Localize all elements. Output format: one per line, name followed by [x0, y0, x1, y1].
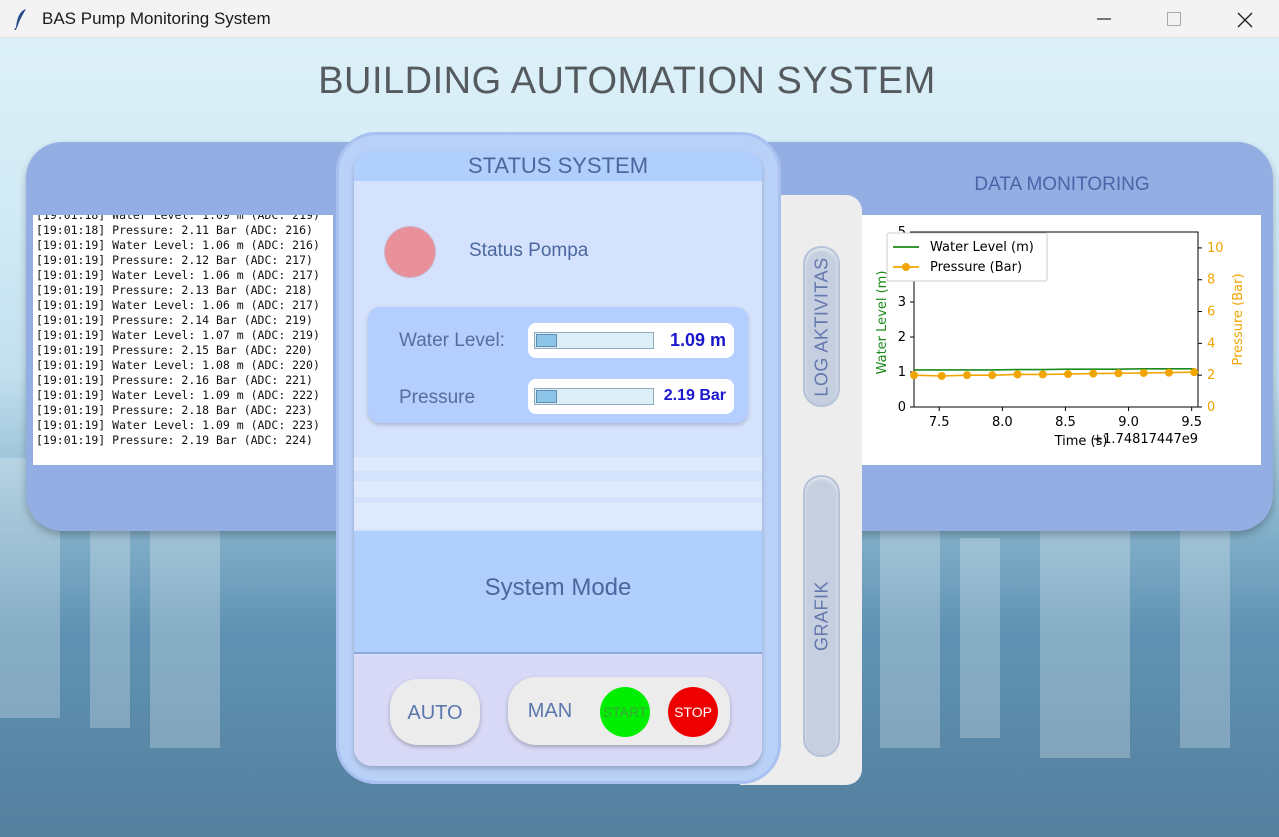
log-line: [19:01:19] Pressure: 2.16 Bar (ADC: 221) [36, 373, 313, 387]
log-line: [19:01:19] Pressure: 2.12 Bar (ADC: 217) [36, 253, 313, 267]
y-left-tick-label: 3 [898, 295, 906, 310]
water-level-bar-fill [536, 334, 557, 347]
log-line: [19:01:19] Pressure: 2.15 Bar (ADC: 220) [36, 343, 313, 357]
log-line: [19:01:19] Water Level: 1.08 m (ADC: 220… [36, 358, 320, 372]
log-line: [19:01:19] Water Level: 1.06 m (ADC: 217… [36, 298, 320, 312]
y-left-tick-label: 1 [898, 365, 906, 380]
data-point [1190, 368, 1199, 377]
water-level-value: 1.09 m [669, 330, 726, 350]
pump-status-label: Status Pompa [469, 240, 589, 261]
data-point [910, 371, 918, 380]
y-right-tick-label: 8 [1207, 273, 1215, 288]
data-point [1139, 368, 1148, 377]
stop-button-label: STOP [674, 704, 712, 720]
y-right-tick-label: 2 [1207, 368, 1215, 383]
data-point [1089, 369, 1098, 378]
tab-grafik-label: GRAFIK [811, 580, 831, 652]
log-line: [19:01:19] Water Level: 1.06 m (ADC: 216… [36, 238, 320, 252]
start-button-label: START [602, 704, 648, 720]
chart-svg: 7.58.08.59.09.50123450246810Water Level … [875, 225, 1246, 449]
water-level-gauge: 1.09 m [528, 323, 734, 358]
data-point [937, 371, 946, 380]
log-line: [19:01:19] Pressure: 2.18 Bar (ADC: 223) [36, 403, 313, 417]
y-right-axis-label: Pressure (Bar) [1231, 273, 1246, 365]
tab-grafik[interactable]: GRAFIK [803, 475, 840, 757]
minimize-icon [1097, 18, 1111, 20]
y-left-tick-label: 0 [898, 400, 906, 415]
auto-button-label: AUTO [407, 702, 463, 724]
log-line: [19:01:19] Pressure: 2.14 Bar (ADC: 219) [36, 313, 313, 327]
log-line: [19:01:18] Pressure: 2.11 Bar (ADC: 216) [36, 223, 313, 237]
legend-label: Pressure (Bar) [930, 260, 1022, 275]
log-line: [19:01:19] Pressure: 2.13 Bar (ADC: 218) [36, 283, 313, 297]
x-tick-label: 9.5 [1181, 415, 1202, 430]
water-level-bar [534, 332, 654, 349]
log-line: [19:01:19] Water Level: 1.09 m (ADC: 223… [36, 418, 320, 432]
gauge-panel: Water Level: 1.09 m Pressure 2.19 Bar [368, 307, 748, 423]
system-mode-panel: System Mode [354, 531, 762, 654]
y-right-tick-label: 0 [1207, 400, 1215, 415]
stop-button[interactable]: STOP [668, 687, 718, 737]
log-line: [19:01:19] Water Level: 1.07 m (ADC: 219… [36, 328, 320, 342]
close-button[interactable] [1209, 0, 1279, 38]
log-line: [19:01:19] Water Level: 1.09 m (ADC: 222… [36, 388, 320, 402]
control-panel: AUTO MAN START STOP [354, 655, 762, 766]
y-right-tick-label: 4 [1207, 336, 1215, 351]
window-title: BAS Pump Monitoring System [42, 9, 271, 28]
man-button[interactable]: MAN [522, 687, 578, 731]
page-title: BUILDING AUTOMATION SYSTEM [318, 60, 936, 102]
water-level-label: Water Level: [399, 330, 505, 351]
data-point [1114, 369, 1123, 378]
pressure-label: Pressure [399, 387, 476, 408]
y-left-axis-label: Water Level (m) [875, 271, 890, 375]
x-tick-label: 8.5 [1055, 415, 1076, 430]
close-icon [1237, 12, 1253, 28]
x-tick-label: 7.5 [929, 415, 950, 430]
status-card: STATUS SYSTEM Status Pompa Water Level: … [354, 151, 762, 766]
pressure-value: 2.19 Bar [663, 387, 726, 404]
data-monitoring-title: DATA MONITORING [974, 174, 1150, 195]
x-tick-label: 8.0 [992, 415, 1013, 430]
log-line: [19:01:19] Water Level: 1.06 m (ADC: 217… [36, 268, 320, 282]
data-point [988, 371, 997, 380]
start-button[interactable]: START [600, 687, 650, 737]
maximize-button[interactable] [1139, 0, 1209, 38]
data-point [963, 371, 972, 380]
pressure-gauge: 2.19 Bar [528, 379, 734, 414]
legend-label: Water Level (m) [930, 240, 1034, 255]
data-point [1013, 370, 1022, 379]
data-point [1038, 370, 1047, 379]
x-tick-label: 9.0 [1118, 415, 1139, 430]
pressure-bar-fill [536, 390, 557, 403]
window-titlebar: BAS Pump Monitoring System [0, 0, 1279, 38]
maximize-icon [1167, 12, 1181, 26]
man-button-label: MAN [527, 700, 573, 722]
manual-control-group: MAN START STOP [508, 677, 730, 745]
tab-log-aktivitas[interactable]: LOG AKTIVITAS [803, 246, 840, 407]
data-point [1164, 368, 1173, 377]
activity-log[interactable]: [19:01:18] Water Level: 1.09 m (ADC: 219… [33, 215, 333, 465]
y-right-tick-label: 6 [1207, 305, 1215, 320]
tab-log-aktivitas-label: LOG AKTIVITAS [811, 256, 831, 397]
legend-marker [902, 263, 910, 271]
log-line: [19:01:19] Pressure: 2.19 Bar (ADC: 224) [36, 433, 313, 447]
x-offset-label: +1.74817447e9 [1092, 432, 1198, 447]
system-mode-title: System Mode [484, 574, 632, 601]
status-system-title: STATUS SYSTEM [354, 151, 762, 181]
feather-icon [14, 9, 26, 30]
y-left-tick-label: 2 [898, 330, 906, 345]
pressure-bar [534, 388, 654, 405]
log-line: [19:01:18] Water Level: 1.09 m (ADC: 219… [36, 215, 320, 222]
data-point [1063, 370, 1072, 379]
y-right-tick-label: 10 [1207, 241, 1224, 256]
pump-status-indicator [385, 227, 435, 277]
minimize-button[interactable] [1069, 0, 1139, 38]
auto-button[interactable]: AUTO [390, 679, 480, 745]
monitoring-chart: 7.58.08.59.09.50123450246810Water Level … [862, 215, 1261, 465]
